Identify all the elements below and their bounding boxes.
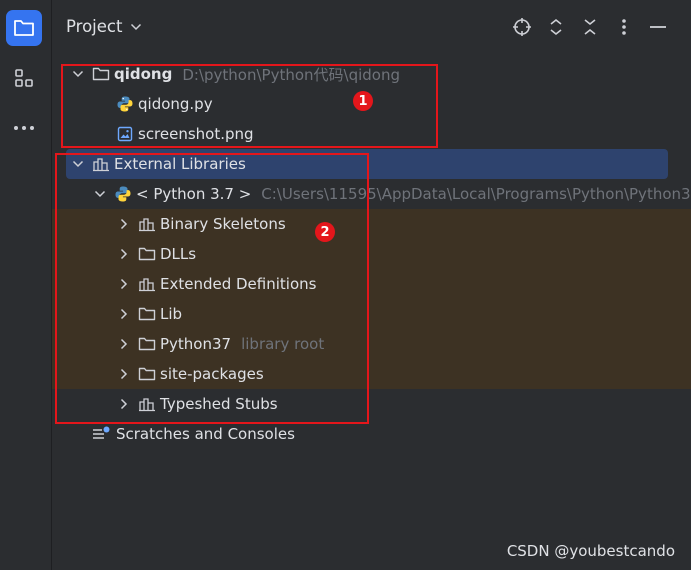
folder-icon: [138, 335, 156, 353]
more-tools-button[interactable]: [6, 110, 42, 146]
tree-row-library[interactable]: Python37 library root: [52, 329, 691, 359]
collapse-all-icon: [584, 19, 596, 35]
folder-icon: [14, 20, 34, 36]
external-libraries-label: External Libraries: [114, 155, 246, 173]
structure-tool-button[interactable]: [6, 60, 42, 96]
file-name: screenshot.png: [138, 125, 254, 143]
watermark: CSDN @youbestcando: [506, 542, 675, 560]
library-name: site-packages: [160, 365, 264, 383]
chevron-down-icon[interactable]: [92, 186, 108, 202]
library-icon: [138, 395, 156, 413]
more-vertical-icon: [622, 19, 626, 35]
project-tool-button[interactable]: [6, 10, 42, 46]
library-name: Binary Skeletons: [160, 215, 286, 233]
options-button[interactable]: [613, 16, 635, 38]
tree-row-library[interactable]: Lib: [52, 299, 691, 329]
tree-row-scratches[interactable]: Scratches and Consoles: [52, 419, 691, 449]
minimize-icon: [650, 26, 666, 28]
crosshair-icon: [513, 18, 531, 36]
tree-row-file[interactable]: screenshot.png: [52, 119, 691, 149]
folder-icon: [92, 65, 110, 83]
annotation-badge-1: 1: [353, 91, 373, 111]
library-name: Typeshed Stubs: [160, 395, 278, 413]
tree-row-library[interactable]: DLLs: [52, 239, 691, 269]
tree-row-external-libraries[interactable]: External Libraries: [66, 149, 668, 179]
folder-icon: [138, 245, 156, 263]
chevron-right-icon[interactable]: [116, 366, 132, 382]
library-icon: [138, 215, 156, 233]
python-file-icon: [116, 95, 134, 113]
library-name: Python37: [160, 335, 232, 353]
locate-button[interactable]: [511, 16, 533, 38]
chevron-right-icon[interactable]: [116, 306, 132, 322]
tool-window-strip: [0, 0, 52, 570]
project-tree: qidong D:\python\Python代码\qidong qidong.…: [52, 59, 691, 449]
chevron-right-icon[interactable]: [116, 396, 132, 412]
library-icon: [138, 275, 156, 293]
chevron-down-icon: [131, 23, 142, 30]
header-actions: [511, 16, 669, 38]
chevron-down-icon[interactable]: [70, 66, 86, 82]
file-name: qidong.py: [138, 95, 213, 113]
expand-all-icon: [550, 18, 562, 36]
tree-row-library[interactable]: site-packages: [52, 359, 691, 389]
python-sdk-label: < Python 3.7 >: [136, 185, 252, 203]
root-path: D:\python\Python代码\qidong: [182, 65, 400, 84]
scratches-icon: [92, 425, 110, 443]
library-name: DLLs: [160, 245, 197, 263]
tree-row-library[interactable]: Binary Skeletons: [52, 209, 691, 239]
chevron-right-icon[interactable]: [116, 246, 132, 262]
chevron-right-icon[interactable]: [116, 216, 132, 232]
collapse-all-button[interactable]: [579, 16, 601, 38]
chevron-right-icon[interactable]: [116, 336, 132, 352]
chevron-right-icon[interactable]: [116, 276, 132, 292]
python-sdk-icon: [114, 185, 132, 203]
hide-panel-button[interactable]: [647, 16, 669, 38]
python-sdk-path: C:\Users\11595\AppData\Local\Programs\Py…: [261, 185, 691, 203]
tree-row-python-sdk[interactable]: < Python 3.7 > C:\Users\11595\AppData\Lo…: [52, 179, 691, 209]
more-horizontal-icon: [14, 126, 34, 130]
annotation-badge-2: 2: [315, 222, 335, 242]
scratches-label: Scratches and Consoles: [116, 425, 295, 443]
tree-row-library[interactable]: Typeshed Stubs: [52, 389, 691, 419]
chevron-down-icon[interactable]: [70, 156, 86, 172]
root-name: qidong: [114, 65, 173, 83]
library-root-hint: library root: [241, 335, 325, 353]
folder-icon: [138, 305, 156, 323]
library-icon: [92, 155, 110, 173]
tree-row-root[interactable]: qidong D:\python\Python代码\qidong: [52, 59, 691, 89]
expand-all-button[interactable]: [545, 16, 567, 38]
tree-row-library[interactable]: Extended Definitions: [52, 269, 691, 299]
library-name: Lib: [160, 305, 183, 323]
view-selector[interactable]: Project: [66, 17, 142, 36]
panel-title: Project: [66, 17, 123, 36]
folder-icon: [138, 365, 156, 383]
structure-icon: [15, 69, 33, 87]
library-name: Extended Definitions: [160, 275, 317, 293]
project-panel-header: Project: [52, 0, 691, 56]
image-file-icon: [116, 125, 134, 143]
